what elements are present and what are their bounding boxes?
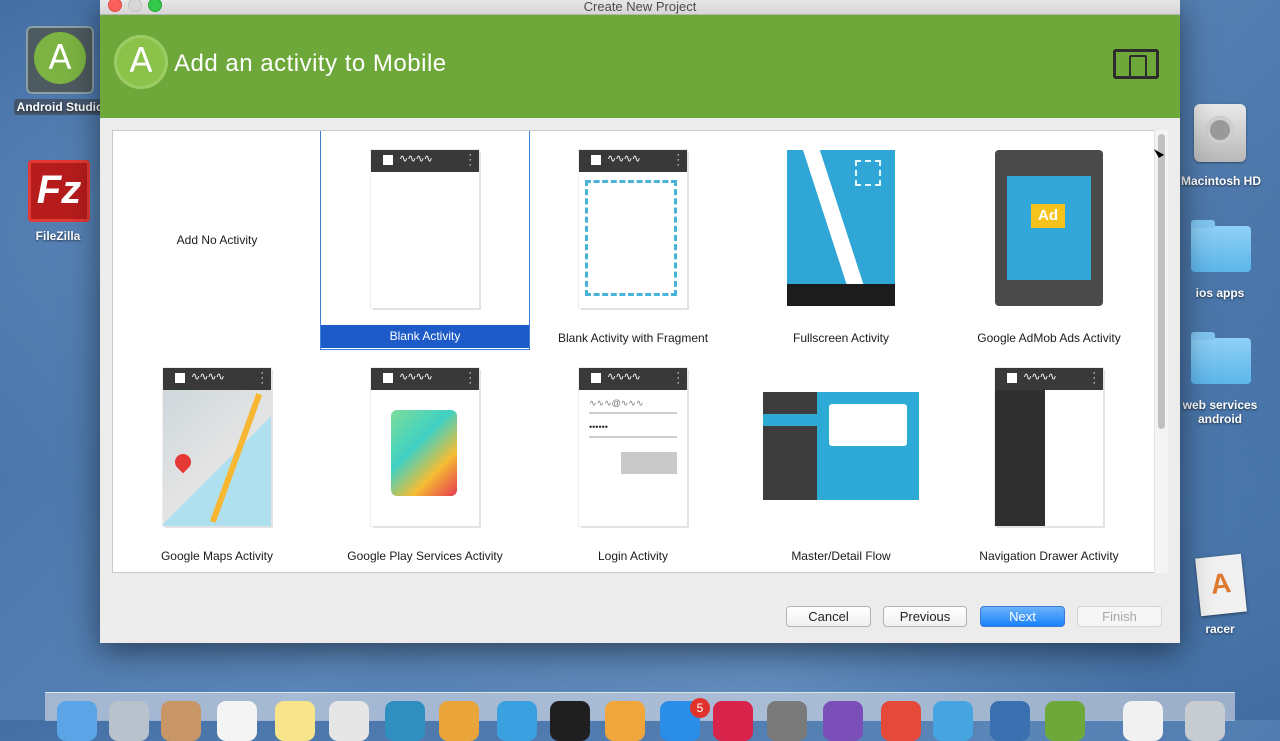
previous-button[interactable]: Previous — [883, 606, 967, 627]
activity-tile-master-detail[interactable]: Master/Detail Flow — [737, 349, 945, 567]
activity-label: Google Maps Activity — [160, 549, 274, 563]
next-button[interactable]: Next — [980, 606, 1065, 627]
system-preferences-icon[interactable] — [767, 701, 807, 741]
preview-icon[interactable] — [439, 701, 479, 741]
activity-label: Google Play Services Activity — [347, 549, 503, 563]
calendar-icon[interactable] — [217, 701, 257, 741]
dock — [45, 692, 1235, 741]
expand-icon — [855, 160, 881, 186]
fullscreen-thumbnail — [787, 150, 895, 306]
contacts-icon[interactable] — [161, 701, 201, 741]
notes-icon[interactable] — [275, 701, 315, 741]
mail-icon[interactable] — [497, 701, 537, 741]
music-icon[interactable] — [713, 701, 753, 741]
photos-icon[interactable] — [385, 701, 425, 741]
activity-label: Add No Activity — [176, 233, 258, 247]
xcode-icon[interactable] — [933, 701, 973, 741]
desktop-item-racer[interactable]: racer — [1190, 621, 1250, 637]
blank-activity-thumbnail: · · · — [371, 150, 479, 308]
activity-tile-no-activity[interactable]: Add No Activity — [113, 131, 321, 349]
desktop-item-filezilla[interactable]: FileZilla — [18, 228, 98, 244]
email-field-preview: ∿∿∿@∿∿∿ — [589, 398, 677, 414]
map-pin-icon — [171, 450, 195, 474]
desktop-item-android-studio[interactable]: Android Studio — [8, 99, 112, 115]
activity-tile-login[interactable]: ··· ∿∿∿@∿∿∿ •••••• Login Activity — [529, 349, 737, 567]
desktop-item-macintosh-hd[interactable]: Macintosh HD — [1176, 173, 1266, 189]
cancel-button[interactable]: Cancel — [786, 606, 871, 627]
desktop-label: Macintosh HD — [1180, 174, 1261, 188]
activity-tile-blank[interactable]: ··· Blank Activity — [320, 131, 530, 350]
trash-icon[interactable] — [1185, 701, 1225, 741]
activity-tile-blank-fragment[interactable]: ··· Blank Activity with Fragment — [529, 131, 737, 349]
desktop-item-web-services-android[interactable]: web services android — [1176, 397, 1264, 427]
ad-badge: Ad — [1031, 204, 1065, 228]
activity-label: Master/Detail Flow — [791, 549, 891, 563]
master-detail-thumbnail — [763, 392, 919, 500]
podcast-icon[interactable] — [823, 701, 863, 741]
activity-label: Login Activity — [597, 549, 669, 563]
activity-tile-navigation-drawer[interactable]: ··· Navigation Drawer Activity — [945, 349, 1153, 567]
app-store-badge: 5 — [690, 698, 710, 718]
desktop-label: FileZilla — [35, 229, 81, 243]
play-services-thumbnail: · · · — [371, 368, 479, 526]
activity-label: Fullscreen Activity — [792, 331, 890, 345]
downloads-stack-icon[interactable] — [1123, 701, 1163, 741]
folder-icon[interactable] — [1191, 220, 1251, 272]
desktop-label: ios apps — [1195, 286, 1245, 300]
desktop-item-ios-apps[interactable]: ios apps — [1180, 285, 1260, 301]
android-studio-logo-icon — [114, 35, 168, 89]
reminders-icon[interactable] — [329, 701, 369, 741]
activity-tile-maps[interactable]: ··· Google Maps Activity — [113, 349, 321, 567]
devices-icon — [1113, 49, 1159, 79]
filezilla-icon[interactable]: Fz — [28, 160, 90, 222]
finish-button: Finish — [1077, 606, 1162, 627]
wizard-title: Add an activity to Mobile — [174, 50, 447, 77]
ibooks-icon[interactable] — [605, 701, 645, 741]
wizard-header: Add an activity to Mobile — [100, 15, 1180, 118]
activity-tile-admob[interactable]: Ad Google AdMob Ads Activity — [945, 131, 1153, 349]
scrollbar-thumb[interactable] — [1158, 134, 1165, 429]
navigation-drawer-thumbnail: · · · — [995, 368, 1103, 526]
android-studio-dock-icon[interactable] — [1045, 701, 1085, 741]
activity-tile-play-services[interactable]: ··· Google Play Services Activity — [321, 349, 529, 567]
activity-label: Google AdMob Ads Activity — [977, 331, 1121, 345]
admob-thumbnail: Ad — [995, 150, 1103, 306]
activity-label: Blank Activity with Fragment — [557, 331, 709, 345]
activity-gallery: Add No Activity ··· Blank Activity ··· B… — [112, 130, 1167, 573]
gallery-scrollbar[interactable] — [1154, 130, 1168, 573]
title-bar[interactable]: Create New Project — [100, 0, 1180, 15]
puzzle-piece-icon — [391, 410, 457, 496]
blank-fragment-thumbnail: · · · — [579, 150, 687, 308]
document-icon[interactable] — [1195, 553, 1247, 617]
login-thumbnail: ··· ∿∿∿@∿∿∿ •••••• — [579, 368, 687, 526]
desktop-label: racer — [1205, 622, 1235, 636]
android-studio-icon[interactable] — [26, 26, 94, 94]
desktop-label: web services android — [1182, 398, 1258, 426]
password-field-preview: •••••• — [589, 422, 677, 438]
chrome-icon[interactable] — [881, 701, 921, 741]
folder-icon[interactable] — [1191, 332, 1251, 384]
create-project-window: Create New Project Add an activity to Mo… — [100, 0, 1180, 643]
activity-tile-fullscreen[interactable]: Fullscreen Activity — [737, 131, 945, 349]
maps-thumbnail: · · · — [163, 368, 271, 526]
quicktime-icon[interactable] — [990, 701, 1030, 741]
window-title: Create New Project — [583, 0, 697, 14]
terminal-icon[interactable] — [550, 701, 590, 741]
finder-icon[interactable] — [57, 701, 97, 741]
activity-label: Blank Activity — [321, 325, 529, 348]
activity-label: Navigation Drawer Activity — [979, 549, 1119, 563]
launchpad-icon[interactable] — [109, 701, 149, 741]
desktop-label: Android Studio — [13, 99, 107, 115]
sign-in-button-preview — [621, 452, 677, 474]
hard-drive-icon[interactable] — [1194, 104, 1246, 162]
